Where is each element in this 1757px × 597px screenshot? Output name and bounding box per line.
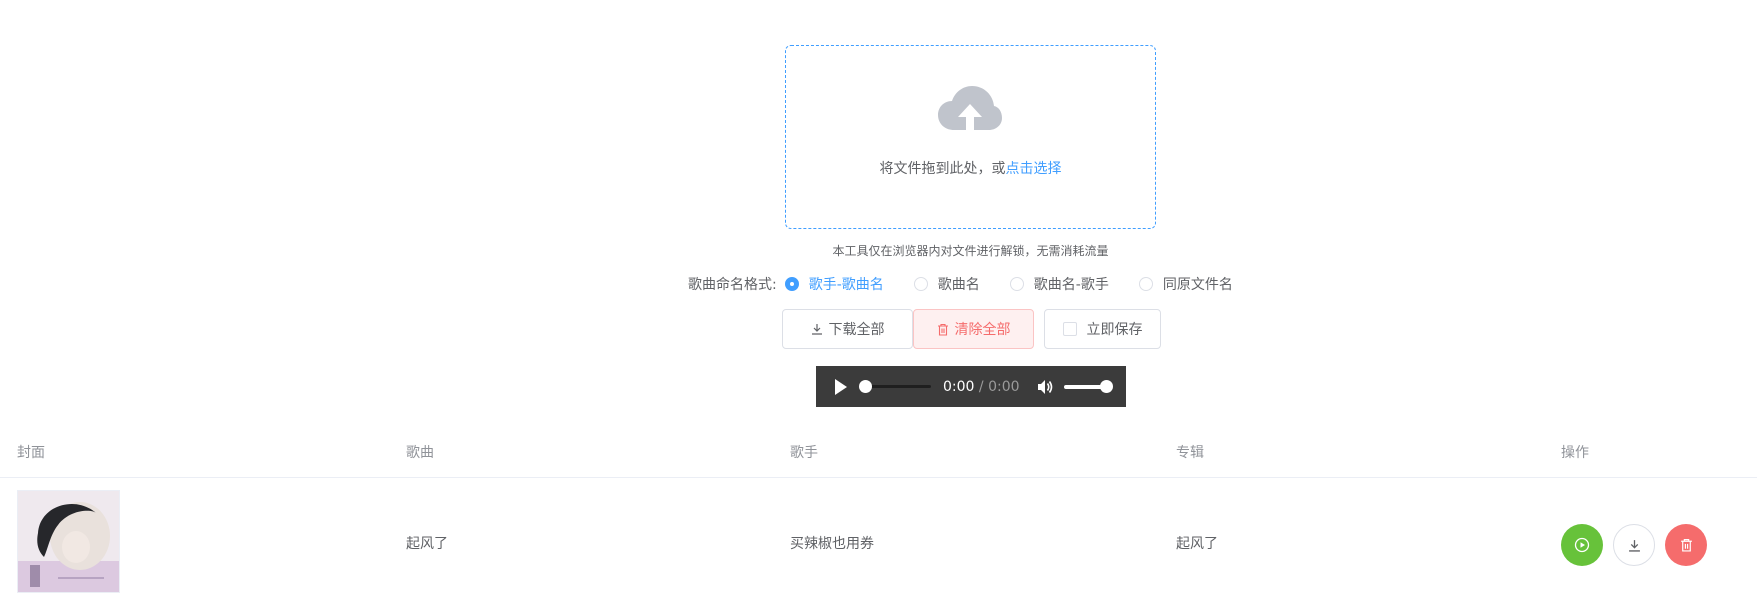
download-all-label: 下载全部 — [828, 322, 885, 338]
download-icon — [1628, 539, 1640, 552]
cover-art — [18, 491, 119, 592]
duration: 0:00 — [988, 378, 1020, 395]
radio-title[interactable]: 歌曲名 — [913, 274, 980, 294]
audio-player: 0:00 / 0:00 — [816, 366, 1126, 407]
header-song: 歌曲 — [406, 445, 434, 461]
radio-title-artist[interactable]: 歌曲名-歌手 — [1009, 274, 1109, 294]
volume-icon[interactable] — [1036, 378, 1054, 396]
upload-dropzone[interactable]: 将文件拖到此处，或点击选择 — [785, 45, 1156, 229]
header-album: 专辑 — [1176, 445, 1204, 461]
table-row: 起风了 买辣椒也用券 起风了 — [0, 478, 1757, 597]
radio-label: 歌手-歌曲名 — [808, 277, 884, 293]
progress-knob[interactable] — [859, 380, 872, 393]
time-display: 0:00 / 0:00 — [943, 379, 1020, 395]
volume-slider[interactable] — [1063, 379, 1113, 393]
progress-bar[interactable] — [859, 380, 931, 393]
download-icon — [811, 324, 822, 335]
select-file-link[interactable]: 点击选择 — [1006, 161, 1062, 177]
save-now-toggle[interactable]: 立即保存 — [1044, 309, 1161, 349]
radio-dot[interactable] — [784, 277, 799, 291]
drop-instructions: 将文件拖到此处，或点击选择 — [786, 158, 1155, 178]
clear-all-button[interactable]: 清除全部 — [913, 309, 1034, 349]
current-time: 0:00 — [943, 378, 975, 395]
play-icon[interactable] — [835, 378, 847, 395]
radio-dot[interactable] — [1138, 277, 1153, 291]
header-cover: 封面 — [17, 445, 45, 461]
play-circle-icon — [1574, 537, 1590, 553]
trash-icon — [1680, 539, 1692, 552]
radio-dot[interactable] — [913, 277, 928, 291]
radio-dot[interactable] — [1009, 277, 1024, 291]
album-cover — [17, 490, 120, 593]
download-all-button[interactable]: 下载全部 — [782, 309, 913, 349]
clear-all-label: 清除全部 — [954, 322, 1011, 338]
header-actions: 操作 — [1561, 445, 1589, 461]
trash-icon — [937, 323, 948, 336]
radio-label: 歌曲名-歌手 — [1033, 277, 1109, 293]
volume-knob[interactable] — [1099, 379, 1113, 393]
delete-button[interactable] — [1665, 524, 1707, 566]
song-artist: 买辣椒也用券 — [790, 536, 874, 552]
song-title: 起风了 — [406, 536, 448, 552]
time-separator: / — [974, 378, 989, 395]
radio-original-filename[interactable]: 同原文件名 — [1138, 274, 1233, 294]
table-header: 封面 歌曲 歌手 专辑 操作 — [0, 440, 1757, 478]
radio-label: 同原文件名 — [1162, 277, 1233, 293]
naming-format-label: 歌曲命名格式: — [688, 277, 777, 293]
cloud-upload-icon — [938, 86, 1002, 130]
download-button[interactable] — [1613, 524, 1655, 566]
header-artist: 歌手 — [790, 445, 818, 461]
play-button[interactable] — [1561, 524, 1603, 566]
drop-text: 将文件拖到此处，或 — [879, 161, 1006, 177]
upload-tip: 本工具仅在浏览器内对文件进行解锁，无需消耗流量 — [832, 244, 1109, 258]
radio-artist-title[interactable]: 歌手-歌曲名 — [784, 274, 884, 294]
radio-label: 歌曲名 — [937, 277, 980, 293]
save-now-checkbox[interactable] — [1062, 322, 1077, 336]
song-album: 起风了 — [1176, 536, 1218, 552]
naming-format-group: 歌曲命名格式: 歌手-歌曲名 歌曲名 歌曲名-歌手 同原文件名 — [688, 274, 1263, 294]
save-now-label: 立即保存 — [1086, 322, 1143, 338]
